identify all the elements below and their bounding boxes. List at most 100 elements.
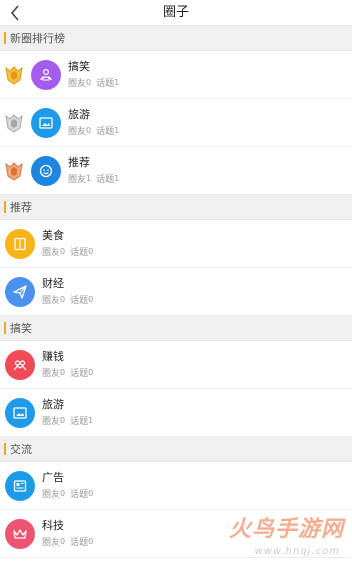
section-header: 推荐 [0, 195, 352, 220]
topics-label: 话题 [96, 174, 115, 185]
watermark-logo: 火鸟手游网 www.hnqj.com [224, 511, 346, 557]
friends-count: 0 [60, 536, 66, 546]
friends-label: 圈友 [68, 78, 87, 89]
topics-count: 1 [114, 77, 120, 87]
people-icon [38, 67, 54, 83]
friends-label: 圈友 [68, 126, 87, 137]
circle-avatar [5, 349, 35, 380]
section-header: 新圈排行榜 [0, 26, 352, 51]
photo-icon [38, 115, 54, 131]
topics-label: 话题 [70, 416, 89, 427]
section-header: 交流 [0, 437, 352, 462]
topics-count: 0 [88, 294, 94, 304]
topics-label: 话题 [70, 295, 89, 306]
circle-list-item[interactable]: 广告 圈友0 话题0 [0, 462, 352, 510]
gold-medal-icon [4, 64, 24, 86]
friends-label: 圈友 [42, 368, 61, 379]
friends-count: 0 [60, 415, 66, 425]
circle-avatar [31, 107, 61, 138]
section-accent-bar [4, 32, 6, 44]
newspaper-icon [12, 478, 28, 494]
circle-stats: 圈友0 话题0 [42, 489, 93, 501]
send-icon [12, 284, 28, 300]
circle-list-item[interactable]: 财经 圈友0 话题0 [0, 268, 352, 316]
circle-info: 财经 圈友0 话题0 [42, 277, 93, 307]
circle-list-item[interactable]: 旅游圈友0 话题1 [0, 389, 352, 437]
circle-list-item[interactable]: 搞笑圈友0 话题1 [0, 51, 352, 99]
group-icon [12, 357, 28, 373]
circle-info: 美食 圈友0 话题0 [42, 229, 93, 259]
top-bar: 圈子 [0, 0, 352, 26]
circle-list: 新圈排行榜 搞笑 圈友0 话题1 旅游 圈友0 话题1 推荐 圈友1 话题1 推荐 美食 圈友0 话题0 财… [0, 26, 352, 558]
circle-list-item[interactable]: 赚钱 圈友0 话题0 [0, 341, 352, 389]
topics-label: 话题 [96, 126, 115, 137]
watermark-url: www.hnqj.com [254, 546, 340, 557]
circle-info: 赚钱 圈友0 话题0 [42, 350, 93, 380]
circle-avatar [31, 59, 61, 90]
topics-count: 0 [88, 488, 94, 498]
section-label: 交流 [10, 443, 32, 456]
topics-label: 话题 [70, 489, 89, 500]
circle-list-item[interactable]: 美食 圈友0 话题0 [0, 220, 352, 268]
circle-name: 推荐 [68, 155, 90, 169]
circle-avatar [31, 155, 61, 186]
silver-medal-icon [4, 112, 24, 134]
smile-icon [38, 163, 54, 179]
friends-count: 0 [60, 294, 66, 304]
friends-count: 0 [86, 77, 92, 87]
friends-count: 1 [86, 173, 92, 183]
friends-label: 圈友 [68, 174, 87, 185]
circle-info: 推荐 圈友1 话题1 [68, 156, 119, 186]
circle-info: 旅游圈友0 话题1 [42, 398, 93, 428]
circle-stats: 圈友0 话题0 [42, 537, 93, 549]
circle-name: 旅游 [42, 397, 64, 411]
topics-label: 话题 [70, 247, 89, 258]
section-accent-bar [4, 201, 6, 213]
section-label: 新圈排行榜 [10, 32, 65, 45]
section-accent-bar [4, 322, 6, 334]
circle-name: 旅游 [68, 107, 90, 121]
topics-label: 话题 [70, 368, 89, 379]
circle-stats: 圈友0 话题1 [42, 416, 93, 428]
friends-label: 圈友 [42, 416, 61, 427]
circle-name: 科技 [42, 518, 64, 532]
page-title: 圈子 [162, 5, 189, 20]
circle-name: 财经 [42, 276, 64, 290]
photo-icon [12, 405, 28, 421]
circle-stats: 圈友0 话题0 [42, 247, 93, 259]
topics-count: 0 [88, 246, 94, 256]
friends-count: 0 [60, 367, 66, 377]
circle-stats: 圈友0 话题0 [42, 368, 93, 380]
circle-stats: 圈友0 话题1 [68, 126, 119, 138]
topics-count: 0 [88, 536, 94, 546]
section-accent-bar [4, 443, 6, 455]
circle-list-item[interactable]: 旅游圈友0 话题1 [0, 99, 352, 147]
topics-count: 1 [88, 415, 94, 425]
section-label: 搞笑 [10, 322, 32, 335]
section-header: 搞笑 [0, 316, 352, 341]
circle-stats: 圈友1 话题1 [68, 174, 119, 186]
circle-info: 广告 圈友0 话题0 [42, 471, 93, 501]
circle-avatar [5, 518, 35, 549]
topics-count: 1 [114, 125, 120, 135]
section-label: 推荐 [10, 201, 32, 214]
friends-count: 0 [60, 246, 66, 256]
circle-stats: 圈友0 话题1 [68, 78, 119, 90]
circle-name: 赚钱 [42, 349, 64, 363]
circle-list-item[interactable]: 推荐 圈友1 话题1 [0, 147, 352, 195]
circle-info: 科技 圈友0 话题0 [42, 519, 93, 549]
circle-info: 搞笑圈友0 话题1 [68, 60, 119, 90]
book-icon [12, 236, 28, 252]
topics-label: 话题 [70, 537, 89, 548]
crown-icon [12, 526, 28, 542]
circle-name: 广告 [42, 470, 64, 484]
friends-label: 圈友 [42, 537, 61, 548]
friends-label: 圈友 [42, 247, 61, 258]
topics-label: 话题 [96, 78, 115, 89]
friends-label: 圈友 [42, 489, 61, 500]
circle-avatar [5, 397, 35, 428]
friends-count: 0 [60, 488, 66, 498]
circle-name: 搞笑 [68, 59, 90, 73]
circle-stats: 圈友0 话题0 [42, 295, 93, 307]
friends-label: 圈友 [42, 295, 61, 306]
